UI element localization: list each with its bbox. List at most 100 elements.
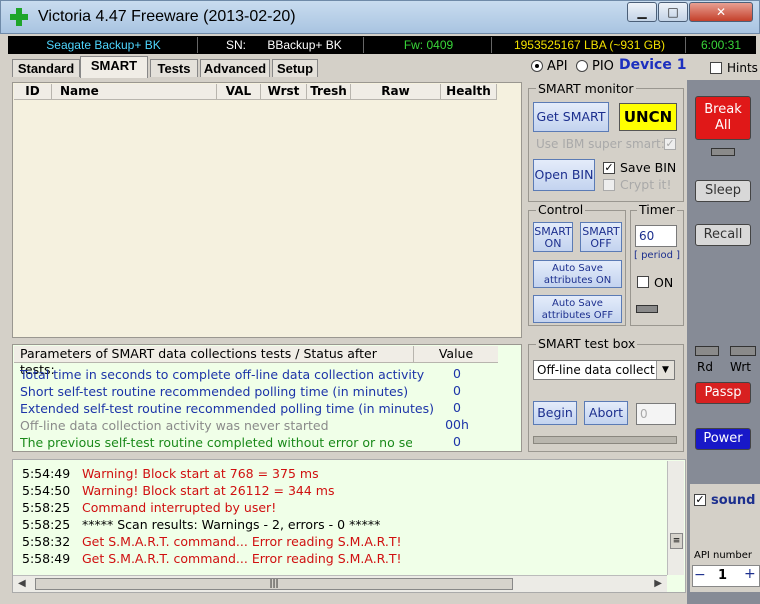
col-name: Name	[52, 84, 217, 100]
smart-status-indicator: UNCN	[619, 103, 677, 131]
pio-label: PIO	[592, 59, 614, 74]
sound-checkbox[interactable]: ✓	[694, 494, 706, 506]
test-type-select[interactable]: Off-line data collect ▼	[533, 360, 675, 380]
save-bin-label: Save BIN	[620, 160, 677, 175]
log-message: Command interrupted by user!	[82, 500, 277, 515]
tab-standard[interactable]: Standard	[12, 59, 80, 77]
smart-attributes-table[interactable]	[12, 82, 522, 338]
smart-on-button[interactable]: SMART ON	[533, 222, 573, 252]
break-all-button[interactable]: Break All	[695, 96, 751, 140]
pio-radio[interactable]	[576, 60, 588, 72]
tab-setup[interactable]: Setup	[272, 59, 318, 77]
green-cross-icon	[10, 8, 28, 26]
param-row-4: The previous self-test routine completed…	[20, 435, 412, 450]
open-bin-button[interactable]: Open BIN	[533, 159, 595, 191]
param-value-2: 0	[453, 400, 461, 415]
sleep-button[interactable]: Sleep	[695, 180, 751, 202]
ibm-super-smart-label: Use IBM super smart:	[536, 137, 665, 151]
minimize-button[interactable]: ▁	[627, 2, 657, 22]
smart-off-button[interactable]: SMART OFF	[580, 222, 622, 252]
hints-label: Hints	[727, 61, 758, 75]
test-progress-bar	[533, 436, 677, 444]
param-value-1: 0	[453, 383, 461, 398]
log-time: 5:58:25	[22, 500, 71, 515]
maximize-button[interactable]: □	[658, 2, 688, 22]
auto-save-on-button[interactable]: Auto Save attributes ON	[533, 260, 622, 288]
firmware: Fw: 0409	[366, 37, 492, 53]
param-row-3: Off-line data collection activity was ne…	[20, 418, 329, 433]
crypt-checkbox[interactable]	[603, 179, 615, 191]
param-value-0: 0	[453, 366, 461, 381]
recall-button[interactable]: Recall	[695, 224, 751, 246]
log-time: 5:58:32	[22, 534, 71, 549]
tab-smart[interactable]: SMART	[80, 56, 148, 78]
write-led	[730, 346, 756, 356]
col-raw: Raw	[351, 84, 441, 100]
log-message: Warning! Block start at 26112 = 344 ms	[82, 483, 335, 498]
drive-model: Seagate Backup+ BK	[10, 37, 198, 53]
log-time: 5:54:50	[22, 483, 71, 498]
col-id: ID	[14, 84, 52, 100]
tab-tests[interactable]: Tests	[150, 59, 198, 77]
log-vertical-scrollbar[interactable]: ≡	[667, 461, 684, 575]
hints-checkbox[interactable]	[710, 62, 722, 74]
log-message: ***** Scan results: Warnings - 2, errors…	[82, 517, 381, 532]
col-val: VAL	[217, 84, 261, 100]
api-label: API	[547, 59, 568, 74]
device-label: Device 1	[619, 57, 687, 73]
passp-button[interactable]: Passp	[695, 382, 751, 404]
timer-title: Timer	[637, 202, 677, 217]
log-horizontal-scrollbar[interactable]: ◀ ||| ▶	[13, 575, 667, 592]
begin-button[interactable]: Begin	[533, 401, 577, 425]
rd-label: Rd	[697, 360, 713, 374]
get-smart-button[interactable]: Get SMART	[533, 102, 609, 132]
timer-on-checkbox[interactable]	[637, 276, 649, 288]
col-wrst: Wrst	[261, 84, 307, 100]
log-message: Warning! Block start at 768 = 375 ms	[82, 466, 319, 481]
window-title: Victoria 4.47 Freeware (2013-02-20)	[38, 8, 296, 25]
sn-label: SN:	[226, 38, 247, 52]
api-radio[interactable]	[531, 60, 543, 72]
log-message: Get S.M.A.R.T. command... Error reading …	[82, 534, 402, 549]
save-bin-checkbox[interactable]: ✓	[603, 162, 615, 174]
control-title: Control	[536, 202, 586, 217]
param-row-2: Extended self-test routine recommended p…	[20, 401, 434, 416]
abort-button[interactable]: Abort	[584, 401, 628, 425]
tab-advanced[interactable]: Advanced	[200, 59, 270, 77]
chevron-down-icon[interactable]: ▼	[656, 361, 674, 379]
test-type-value: Off-line data collect	[537, 363, 655, 377]
log-time: 5:54:49	[22, 466, 71, 481]
col-tresh: Tresh	[307, 84, 351, 100]
timer-on-label: ON	[654, 275, 674, 290]
param-row-1: Short self-test routine recommended poll…	[20, 384, 409, 399]
break-led	[711, 148, 735, 156]
scroll-thumb-icon[interactable]: |||	[35, 578, 513, 590]
param-value-4: 0	[453, 434, 461, 449]
close-button[interactable]: ✕	[689, 2, 753, 22]
test-progress-field[interactable]: 0	[636, 403, 676, 425]
auto-save-off-button[interactable]: Auto Save attributes OFF	[533, 295, 622, 323]
smart-monitor-title: SMART monitor	[536, 81, 636, 96]
scroll-right-icon[interactable]: ▶	[654, 578, 662, 589]
sn-value: BBackup+ BK	[267, 38, 342, 52]
wrt-label: Wrt	[730, 360, 751, 374]
api-plus-button[interactable]: +	[744, 566, 756, 582]
api-number-label: API number	[694, 550, 753, 561]
param-value-3: 00h	[445, 417, 469, 432]
params-value-header: Value	[414, 346, 498, 363]
log-message: Get S.M.A.R.T. command... Error reading …	[82, 551, 402, 566]
scroll-left-icon[interactable]: ◀	[18, 578, 26, 589]
smart-test-box-title: SMART test box	[536, 336, 638, 351]
read-led	[695, 346, 719, 356]
col-health: Health	[441, 84, 497, 100]
ibm-super-smart-checkbox[interactable]: ✓	[664, 138, 676, 150]
api-number-value: 1	[718, 568, 728, 583]
serial-number: SN: BBackup+ BK	[200, 37, 364, 53]
log-time: 5:58:49	[22, 551, 71, 566]
scroll-thumb-icon[interactable]: ≡	[670, 533, 683, 549]
power-button[interactable]: Power	[695, 428, 751, 450]
api-minus-button[interactable]: −	[694, 567, 706, 583]
lba-capacity: 1953525167 LBA (~931 GB)	[494, 37, 686, 53]
log-time: 5:58:25	[22, 517, 71, 532]
timer-period-input[interactable]: 60	[635, 225, 677, 247]
